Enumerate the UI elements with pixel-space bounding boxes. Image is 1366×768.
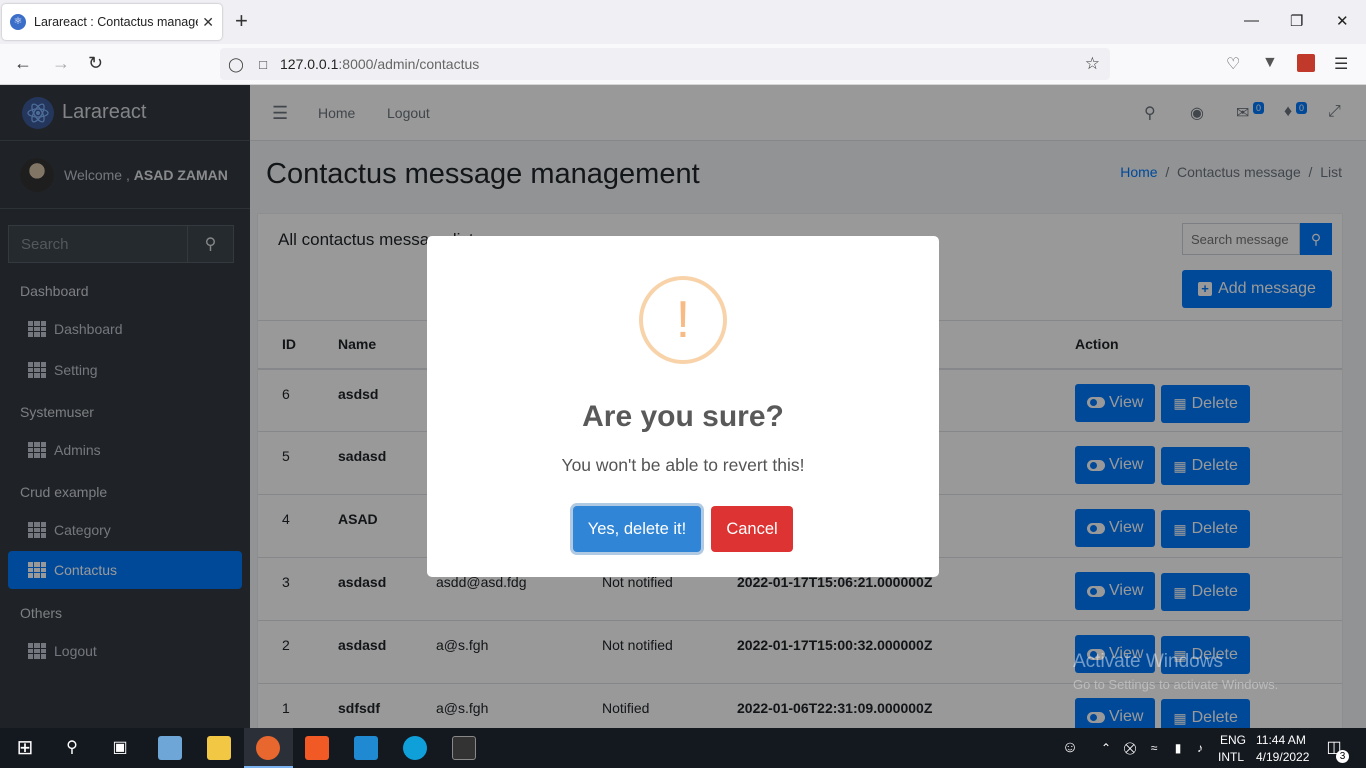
notification-count-badge: 3 [1336, 750, 1349, 763]
brave-icon[interactable] [305, 736, 329, 760]
language-eng[interactable]: ENG [1220, 733, 1246, 747]
dialog-text: You won't be able to revert this! [561, 455, 805, 475]
reload-icon[interactable]: ↻ [88, 53, 103, 74]
clock-date[interactable]: 4/19/2022 [1256, 750, 1309, 764]
search-icon[interactable]: ⚲ [60, 736, 84, 760]
windows-start-icon[interactable]: ⊞ [13, 736, 37, 760]
taskbar: ⊞ ⚲ ▣ ☺ ⌃ ⛒ ≈ ▮ ♪ ENG INTL 11:44 AM 4/19… [0, 728, 1366, 768]
url-bar[interactable]: ◯ □ 127.0.0.1:8000/admin/contactus ☆ [220, 48, 1110, 80]
clock-time[interactable]: 11:44 AM [1256, 733, 1306, 747]
browser-tab[interactable]: ⚛ Larareact : Contactus managem ✕ [2, 4, 222, 40]
restore-icon[interactable]: ❐ [1290, 12, 1303, 30]
browser-navbar: ← → ↻ ◯ □ 127.0.0.1:8000/admin/contactus… [0, 44, 1366, 85]
terminal-icon[interactable] [452, 736, 476, 760]
extension-avatar-icon[interactable] [1297, 54, 1315, 72]
menu-icon[interactable]: ☰ [1334, 54, 1348, 74]
volume-icon[interactable]: ♪ [1188, 736, 1212, 760]
people-icon[interactable]: ☺ [1058, 736, 1082, 760]
wifi-icon[interactable]: ≈ [1142, 736, 1166, 760]
windows-watermark-text: Go to Settings to activate Windows. [1073, 677, 1279, 692]
minimize-icon[interactable]: — [1244, 12, 1259, 29]
battery-icon[interactable]: ▮ [1166, 736, 1190, 760]
browser-tabbar: ⚛ Larareact : Contactus managem ✕ + — ❐ … [0, 0, 1366, 44]
file-explorer-icon[interactable] [207, 736, 231, 760]
tab-close-icon[interactable]: ✕ [202, 14, 214, 31]
paint-app-icon[interactable] [158, 736, 182, 760]
shield-icon[interactable]: ◯ [220, 56, 252, 73]
windows-watermark-title: Activate Windows [1073, 651, 1223, 672]
forward-icon[interactable]: → [52, 53, 70, 74]
tab-title: Larareact : Contactus managem [34, 15, 199, 29]
vscode-icon[interactable] [354, 736, 378, 760]
language-intl[interactable]: INTL [1218, 750, 1244, 764]
cancel-button[interactable]: Cancel [711, 506, 793, 552]
extension-icon[interactable]: ▼ [1262, 54, 1278, 72]
warning-icon: ! [639, 276, 727, 364]
pocket-icon[interactable]: ♡ [1226, 54, 1240, 74]
confirm-dialog: ! Are you sure? You won't be able to rev… [427, 236, 939, 577]
new-tab-button[interactable]: + [235, 10, 248, 32]
network-off-icon[interactable]: ⛒ [1118, 736, 1142, 760]
window-close-icon[interactable]: ✕ [1336, 12, 1349, 30]
confirm-delete-button[interactable]: Yes, delete it! [573, 506, 701, 552]
react-favicon-icon: ⚛ [10, 14, 26, 30]
chevron-up-icon[interactable]: ⌃ [1094, 736, 1118, 760]
url-text[interactable]: 127.0.0.1:8000/admin/contactus [280, 56, 479, 72]
firefox-icon[interactable] [256, 736, 280, 760]
app-icon[interactable] [403, 736, 427, 760]
dialog-title: Are you sure? [582, 400, 784, 433]
bookmark-star-icon[interactable]: ☆ [1085, 54, 1100, 74]
page-icon: □ [259, 56, 267, 72]
back-icon[interactable]: ← [14, 53, 32, 74]
task-view-icon[interactable]: ▣ [108, 736, 132, 760]
